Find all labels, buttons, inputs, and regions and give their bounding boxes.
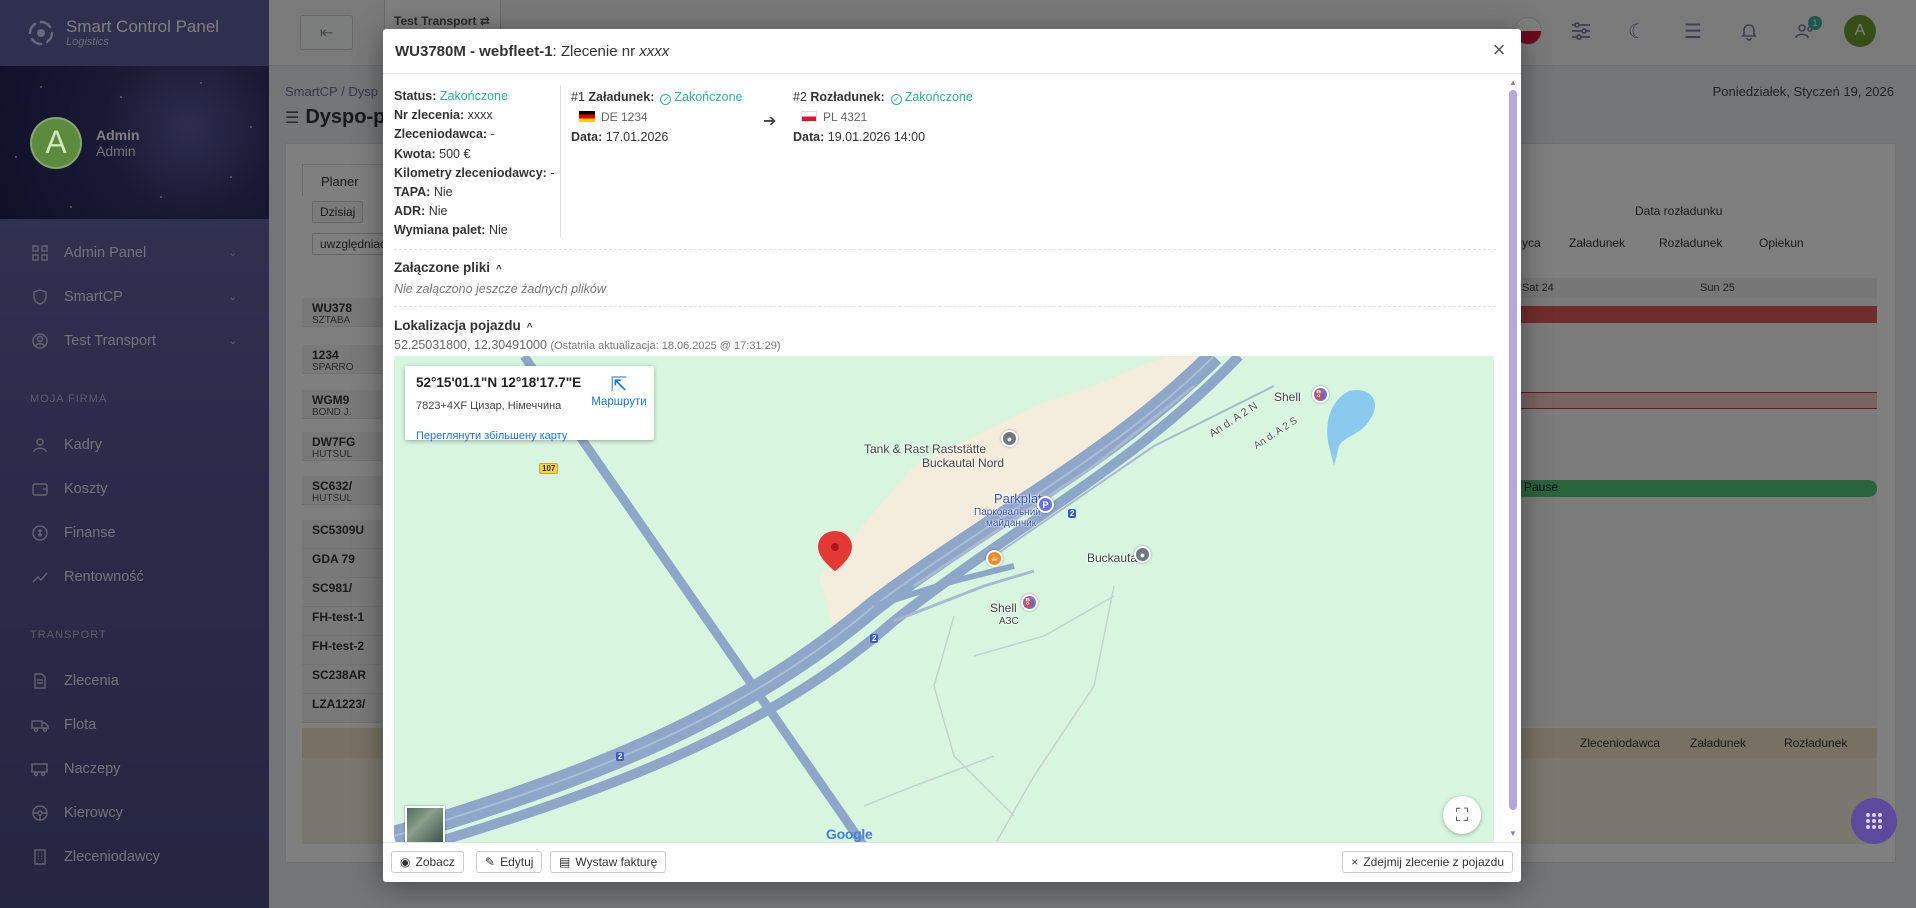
road-shield-a2: 2: [616, 752, 625, 761]
info-pallets: Wymiana palet: Nie: [394, 223, 508, 238]
vehicle-location-map[interactable]: 52°15'01.1"N 12°18'17.7"E 7823+4XF Цизар…: [394, 356, 1494, 842]
directions-label: Маршрути: [591, 396, 647, 408]
directions-icon: ⇱: [610, 374, 628, 396]
stop-number: #2: [793, 90, 807, 104]
directions-button[interactable]: ⇱ Маршрути: [587, 374, 651, 408]
arrow-right-icon: ➔: [763, 113, 777, 130]
chevron-up-icon: ^: [496, 264, 502, 275]
invoice-label: Wystaw fakturę: [575, 855, 658, 869]
stop-number: #1: [571, 90, 585, 104]
apps-grid-icon: [1866, 813, 1882, 829]
info-tapa: TAPA: Nie: [394, 185, 453, 200]
map-label-buckautal: Buckautal: [1087, 551, 1140, 565]
attachments-empty: Nie załączono jeszcze żadnych plików: [394, 282, 606, 296]
view-button[interactable]: ◉ Zobacz: [391, 851, 464, 873]
info-client: Zleceniodawca: -: [394, 127, 495, 142]
map-label-park-ua-2: майданчик: [986, 518, 1037, 529]
satellite-toggle-thumbnail[interactable]: [405, 806, 445, 842]
loading-stop: #1 Załadunek: ✓ Zakończone DE 1234 Data: 1…: [571, 87, 743, 147]
divider: [394, 306, 1496, 307]
location-toggle[interactable]: Lokalizacja pojazdu ^: [394, 318, 533, 333]
view-label: Zobacz: [415, 855, 455, 869]
map-label-shell-top: Shell: [1274, 390, 1301, 404]
modal-title-vehicle: WU3780M - webfleet-1: [395, 42, 553, 60]
stop-plate: PL 4321: [823, 110, 868, 124]
flag-pl-icon: [801, 111, 817, 122]
larger-map-link[interactable]: Переглянути збільшену карту: [416, 430, 567, 442]
modal-header: WU3780M - webfleet-1: Zlecenie nr xxxx ×: [383, 29, 1521, 74]
road-shield-107: 107: [539, 463, 559, 474]
modal-footer: ◉ Zobacz ✎ Edytuj ▤ Wystaw fakturę × Zdejmij…: [383, 842, 1521, 882]
cafe-icon[interactable]: ☕: [986, 550, 1003, 567]
stop-date-label: Data:: [793, 130, 825, 144]
apps-fab-button[interactable]: [1851, 798, 1897, 844]
road-shield-a2: 2: [870, 634, 879, 643]
scroll-down-icon[interactable]: ▼: [1509, 829, 1517, 838]
user-avatar[interactable]: A: [30, 116, 82, 169]
gas-station-icon[interactable]: ⛽: [1021, 594, 1038, 611]
map-label-shell-sub: АЗС: [999, 616, 1019, 627]
map-label-shell: Shell: [990, 601, 1017, 615]
remove-order-button[interactable]: × Zdejmij zlecenie z pojazdu: [1342, 851, 1513, 873]
parking-icon[interactable]: P: [1037, 496, 1054, 513]
invoice-icon: ▤: [559, 855, 571, 869]
place-coords: 52°15'01.1"N 12°18'17.7"E: [416, 375, 582, 390]
map-label-park-ua: Парковальний: [974, 507, 1041, 518]
map-label-tank-2: Buckautal Nord: [922, 456, 1005, 470]
location-updated: (Ostatnia aktualizacja: 18.06.2025 @ 17:…: [550, 340, 781, 352]
place-info-card: 52°15'01.1"N 12°18'17.7"E 7823+4XF Цизар…: [405, 366, 654, 442]
edit-icon: ✎: [485, 855, 496, 869]
google-logo: Google: [826, 826, 873, 842]
attachments-toggle[interactable]: Załączone pliki ^: [394, 260, 502, 275]
modal-title-order: xxxx: [639, 42, 670, 60]
divider: [560, 85, 561, 237]
modal-scrollbar[interactable]: ▲ ▼: [1509, 78, 1517, 838]
fullscreen-icon[interactable]: ⛶: [1443, 796, 1481, 834]
stop-status: Zakończone: [904, 90, 973, 104]
stop-plate: DE 1234: [601, 110, 648, 124]
eye-icon: ◉: [400, 855, 411, 869]
scrollbar-thumb[interactable]: [1509, 90, 1517, 810]
gas-station-icon[interactable]: ⛽: [1312, 386, 1329, 403]
order-modal: WU3780M - webfleet-1: Zlecenie nr xxxx ×…: [383, 29, 1521, 882]
flag-de-icon: [579, 111, 595, 122]
modal-title-text: : Zlecenie nr: [552, 42, 636, 60]
place-pin-icon[interactable]: ●: [1134, 546, 1151, 563]
road-shield-a2: 2: [1068, 509, 1077, 518]
stop-label: Załadunek:: [588, 90, 655, 104]
chevron-up-icon: ^: [526, 322, 533, 333]
stop-date: 19.01.2026 14:00: [827, 130, 926, 144]
check-circle-icon: ✓: [660, 94, 672, 105]
info-order-number: Nr zlecenia: xxxx: [394, 108, 493, 123]
close-icon: ×: [1351, 855, 1359, 869]
map-label-tank: Tank & Rast Raststätte: [864, 442, 987, 456]
stop-label: Rozładunek:: [810, 90, 885, 104]
edit-label: Edytuj: [500, 855, 534, 869]
info-status: Status: Zakończone: [394, 89, 508, 103]
order-info: Status: Zakończone Nr zlecenia: xxxx Zle…: [394, 87, 554, 241]
info-client-km: Kilometry zleceniodawcy: -: [394, 165, 555, 180]
unloading-stop: #2 Rozładunek: ✓ Zakończone PL 4321 Data: …: [793, 87, 973, 147]
info-adr: ADR: Nie: [394, 204, 448, 219]
stop-date: 17.01.2026: [605, 130, 669, 144]
edit-button[interactable]: ✎ Edytuj: [476, 851, 543, 873]
place-address: 7823+4XF Цизар, Німеччина: [416, 400, 562, 412]
place-pin-icon[interactable]: ●: [1001, 430, 1018, 447]
stop-status: Zakończone: [674, 90, 743, 104]
invoice-button[interactable]: ▤ Wystaw fakturę: [550, 851, 667, 873]
stop-date-label: Data:: [571, 130, 603, 144]
scroll-up-icon[interactable]: ▲: [1509, 78, 1517, 87]
divider: [394, 249, 1496, 250]
location-coords: 52.25031800, 12.30491000 (Ostatnia aktua…: [394, 338, 781, 352]
info-amount: Kwota: 500 €: [394, 146, 471, 161]
close-icon[interactable]: ×: [1487, 39, 1511, 63]
modal-body: Status: Zakończone Nr zlecenia: xxxx Zle…: [383, 75, 1521, 842]
check-circle-icon: ✓: [890, 94, 902, 105]
remove-label: Zdejmij zlecenie z pojazdu: [1363, 855, 1504, 869]
